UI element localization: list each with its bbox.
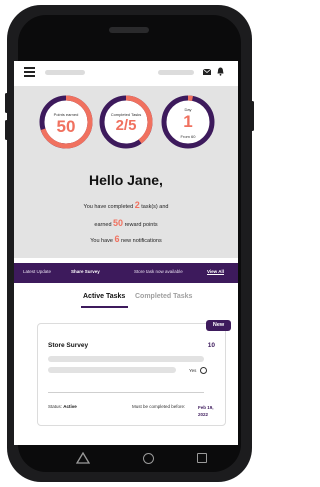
volume-down-button: [5, 120, 8, 140]
task-tabs: Active Tasks Completed Tasks: [14, 289, 238, 309]
top-bar: [14, 61, 238, 86]
updates-ticker: Latest Update Share Survey Store task no…: [14, 263, 238, 283]
stat-sublabel: From 60: [180, 134, 196, 139]
card-divider: [48, 392, 204, 393]
notifications-summary: You have 6 new notifications: [90, 234, 162, 244]
tab-active-tasks[interactable]: Active Tasks: [83, 293, 125, 300]
bell-icon[interactable]: [217, 67, 224, 76]
task-status: Status: Active: [48, 404, 77, 409]
points-earned-ring: Points earned 50: [38, 94, 94, 150]
completed-tasks-ring: Completed Tasks 2/5: [98, 94, 154, 150]
volume-up-button: [5, 93, 8, 113]
points-summary: earned 50 reward points: [94, 218, 158, 228]
triangle-back-icon[interactable]: [76, 452, 90, 464]
yes-radio[interactable]: [200, 367, 207, 374]
app-screen: Points earned 50 Completed Tasks 2/5 Day…: [14, 61, 238, 445]
due-date: Feb 19, 2022: [198, 405, 214, 417]
day-ring: Day 1 From 60: [160, 94, 216, 150]
completed-summary: You have completed 2 task(s) and: [83, 200, 169, 210]
ticker-message: Store task now available: [134, 269, 183, 274]
summary-panel: Points earned 50 Completed Tasks 2/5 Day…: [14, 86, 238, 258]
yes-label: Yes: [189, 368, 197, 373]
task-title: Store Survey: [48, 342, 89, 349]
stat-value: 1: [183, 112, 193, 131]
circle-home-icon[interactable]: [143, 453, 154, 464]
mail-icon[interactable]: [203, 69, 211, 75]
hamburger-icon[interactable]: [24, 67, 35, 77]
share-survey-link[interactable]: Share Survey: [71, 269, 100, 274]
new-badge: New: [206, 320, 231, 331]
power-button: [251, 101, 254, 131]
view-all-link[interactable]: View All: [207, 269, 224, 274]
question-placeholder: [48, 356, 204, 362]
title-placeholder: [45, 70, 85, 75]
square-recents-icon[interactable]: [197, 453, 207, 463]
search-placeholder[interactable]: [158, 70, 194, 75]
task-count: 10: [207, 342, 215, 349]
due-label: Must be completed before:: [132, 404, 186, 409]
active-tab-indicator: [81, 306, 128, 308]
question-placeholder: [48, 367, 176, 373]
stat-value: 2/5: [115, 117, 137, 134]
latest-update-label: Latest Update: [23, 269, 52, 274]
camera-notch: [109, 27, 149, 33]
tab-completed-tasks[interactable]: Completed Tasks: [135, 293, 192, 300]
greeting-heading: Hello Jane,: [89, 172, 163, 188]
stat-value: 50: [56, 117, 76, 136]
task-card[interactable]: Store Survey 10 Yes Status: Active Must …: [37, 323, 226, 426]
system-nav-bar: [14, 445, 238, 473]
